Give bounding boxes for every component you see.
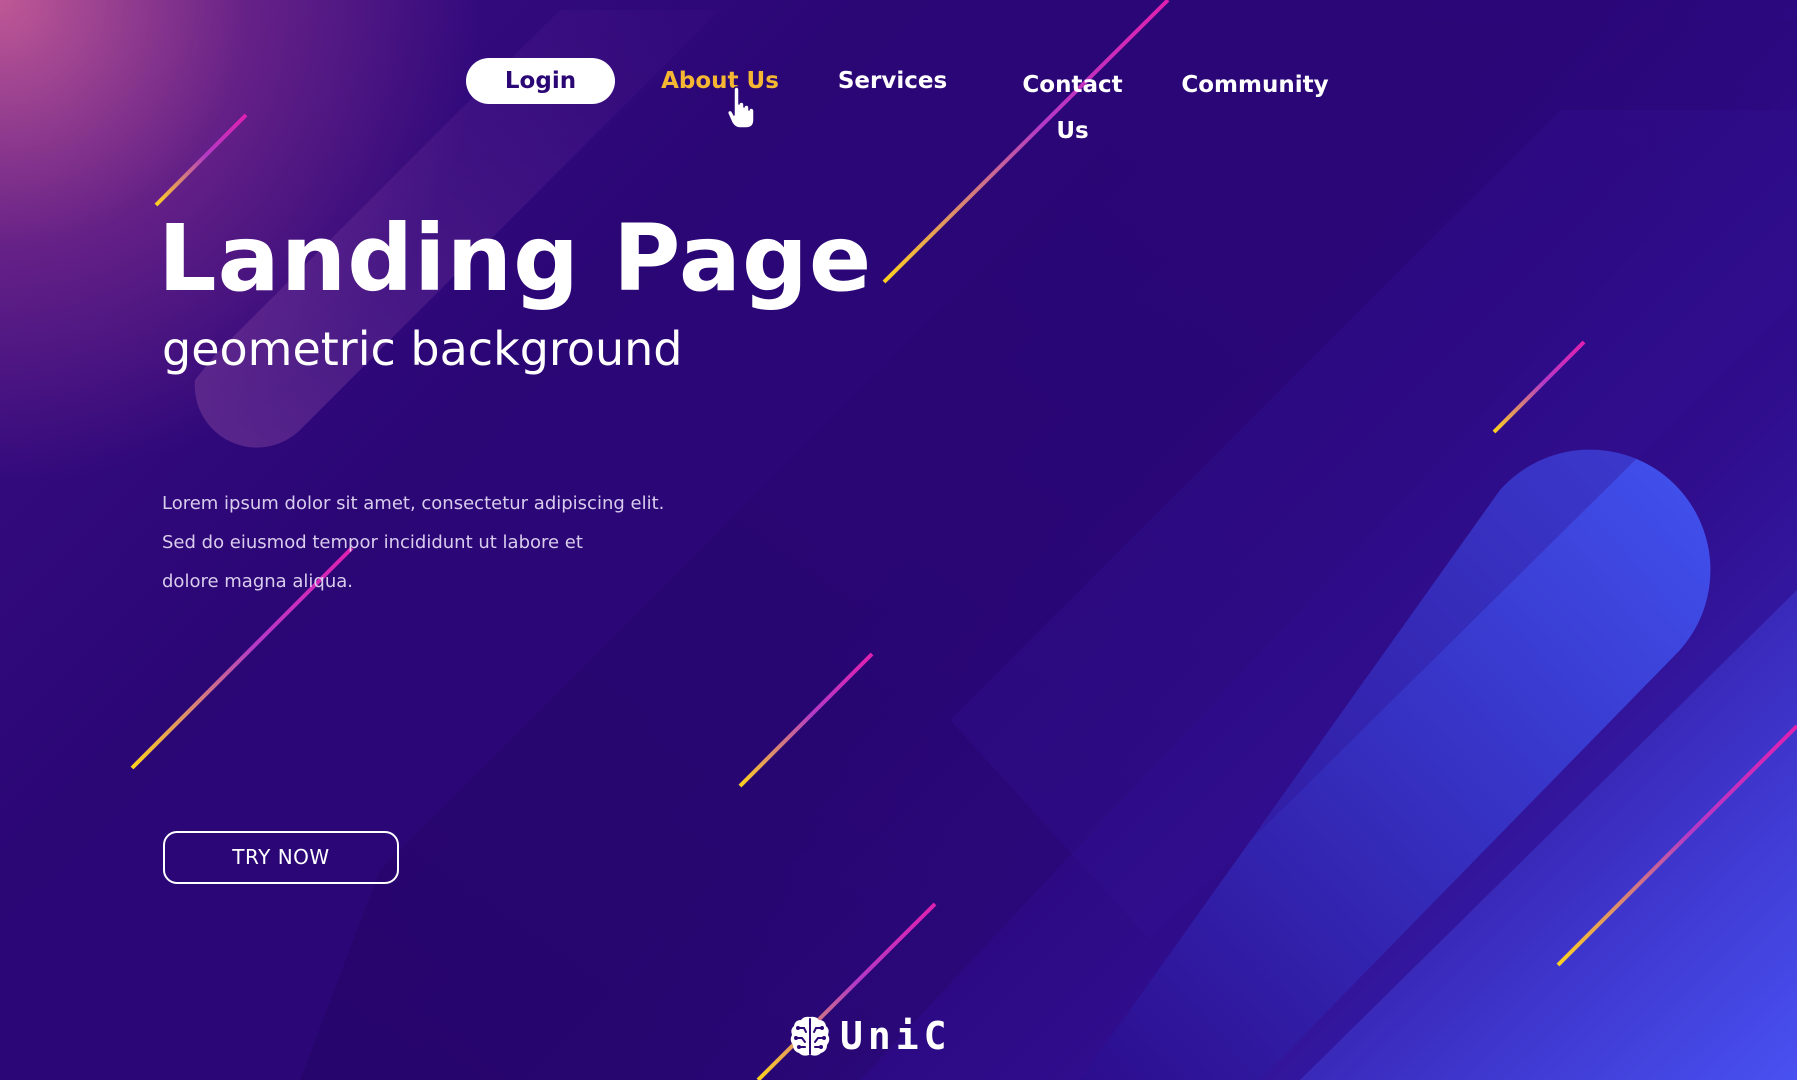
hero-description-line: Lorem ipsum dolor sit amet, consectetur … <box>162 493 665 514</box>
nav-community[interactable]: Community <box>1180 62 1330 108</box>
accent-line <box>154 113 248 207</box>
page-subtitle: geometric background <box>162 322 683 376</box>
landing-page: Login About Us Services Contact Us Commu… <box>0 0 1797 1080</box>
nav-about-us[interactable]: About Us <box>660 58 780 104</box>
nav-services[interactable]: Services <box>830 58 955 104</box>
page-title: Landing Page <box>158 205 873 312</box>
brain-circuit-icon <box>790 1016 830 1056</box>
hand-pointer-icon <box>726 86 755 129</box>
brand-logo[interactable]: UniC <box>788 1012 952 1060</box>
hero-description-line: dolore magna aliqua. <box>162 571 354 592</box>
accent-line <box>1556 724 1797 967</box>
hero-description: Lorem ipsum dolor sit amet, consectetur … <box>162 484 682 601</box>
accent-line <box>1492 340 1586 434</box>
login-button[interactable]: Login <box>466 58 615 104</box>
accent-line <box>882 0 1170 284</box>
try-now-button[interactable]: TRY NOW <box>163 831 399 884</box>
hero-description-line: Sed do eiusmod tempor incididunt ut labo… <box>162 532 583 553</box>
nav-contact-us[interactable]: Contact Us <box>1005 62 1140 144</box>
top-navigation: Login About Us Services Contact Us Commu… <box>0 58 1797 144</box>
logo-text: UniC <box>840 1014 952 1058</box>
accent-line <box>738 652 874 788</box>
